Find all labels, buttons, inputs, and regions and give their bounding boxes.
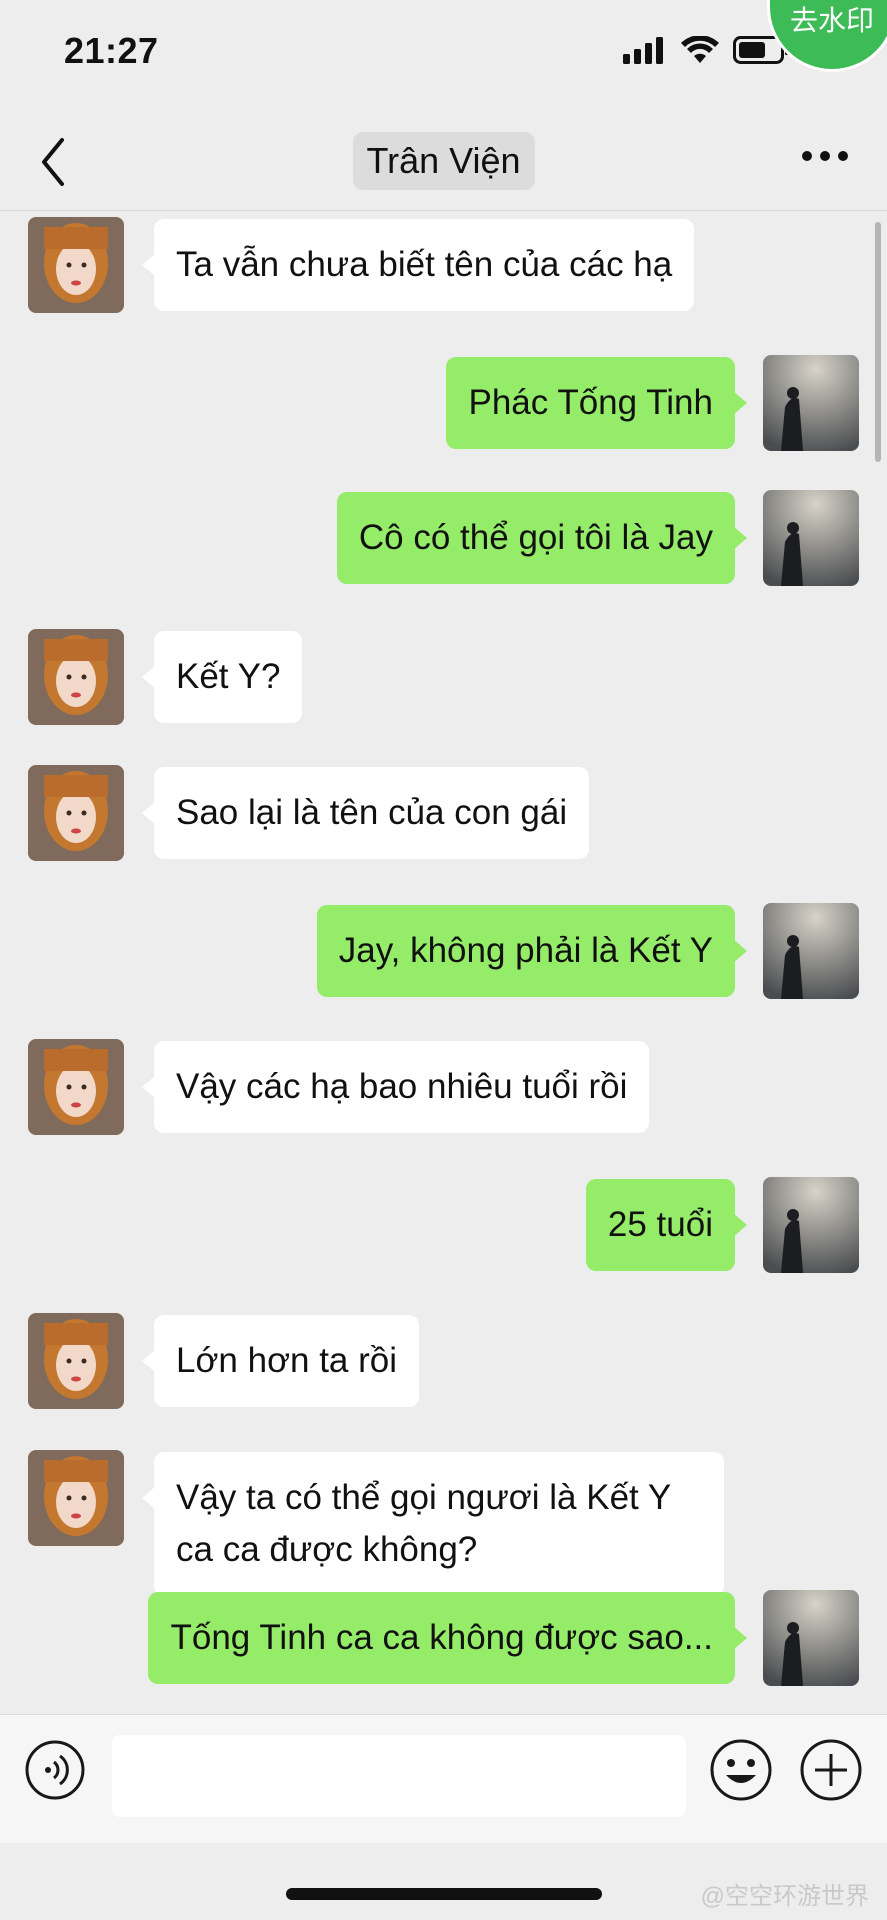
back-chevron-icon[interactable]	[34, 132, 74, 192]
wifi-icon	[681, 36, 719, 63]
user-avatar[interactable]	[763, 490, 859, 586]
more-dots-icon[interactable]	[801, 146, 849, 166]
contact-avatar[interactable]	[28, 217, 124, 313]
input-bar	[0, 1714, 887, 1843]
signal-icon	[623, 37, 663, 64]
user-avatar[interactable]	[763, 1177, 859, 1273]
contact-avatar[interactable]	[28, 1450, 124, 1546]
user-avatar[interactable]	[763, 903, 859, 999]
plus-icon[interactable]	[798, 1737, 864, 1803]
contact-avatar[interactable]	[28, 1313, 124, 1409]
weibo-credit: @空空环游世界	[700, 1883, 869, 1910]
chat-title: Trân Viện	[352, 132, 535, 190]
chat-scrollbar[interactable]	[875, 222, 881, 462]
voice-icon[interactable]	[24, 1739, 86, 1801]
home-indicator	[286, 1888, 602, 1900]
outgoing-message-bubble[interactable]: Jay, không phải là Kết Y	[316, 905, 748, 997]
incoming-message-bubble[interactable]: Vậy ta có thể gọi ngươi là Kết Y ca ca đ…	[142, 1452, 724, 1596]
outgoing-message-bubble[interactable]: 25 tuổi	[585, 1179, 748, 1271]
message-list[interactable]: Ta vẫn chưa biết tên của các hạ Phác Tốn…	[0, 212, 887, 1712]
contact-avatar[interactable]	[28, 629, 124, 725]
status-time: 21:27	[64, 30, 159, 71]
contact-avatar[interactable]	[28, 1039, 124, 1135]
incoming-message-bubble[interactable]: Vậy các hạ bao nhiêu tuổi rồi	[141, 1041, 650, 1133]
message-input[interactable]	[112, 1735, 686, 1817]
status-bar: 21:27 去水印	[0, 0, 887, 105]
user-avatar[interactable]	[763, 355, 859, 451]
incoming-message-bubble[interactable]: Ta vẫn chưa biết tên của các hạ	[141, 219, 695, 311]
status-icons	[623, 36, 789, 64]
outgoing-message-bubble[interactable]: Phác Tống Tinh	[446, 357, 747, 449]
contact-avatar[interactable]	[28, 765, 124, 861]
chat-header: Trân Viện	[0, 120, 887, 211]
incoming-message-bubble[interactable]: Kết Y?	[141, 631, 303, 723]
emoji-icon[interactable]	[708, 1737, 774, 1803]
incoming-message-bubble[interactable]: Lớn hơn ta rồi	[141, 1315, 420, 1407]
outgoing-message-bubble[interactable]: Cô có thể gọi tôi là Jay	[336, 492, 748, 584]
incoming-message-bubble[interactable]: Sao lại là tên của con gái	[141, 767, 590, 859]
user-avatar[interactable]	[763, 1590, 859, 1686]
outgoing-message-bubble[interactable]: Tống Tinh ca ca không được sao...	[148, 1592, 747, 1684]
